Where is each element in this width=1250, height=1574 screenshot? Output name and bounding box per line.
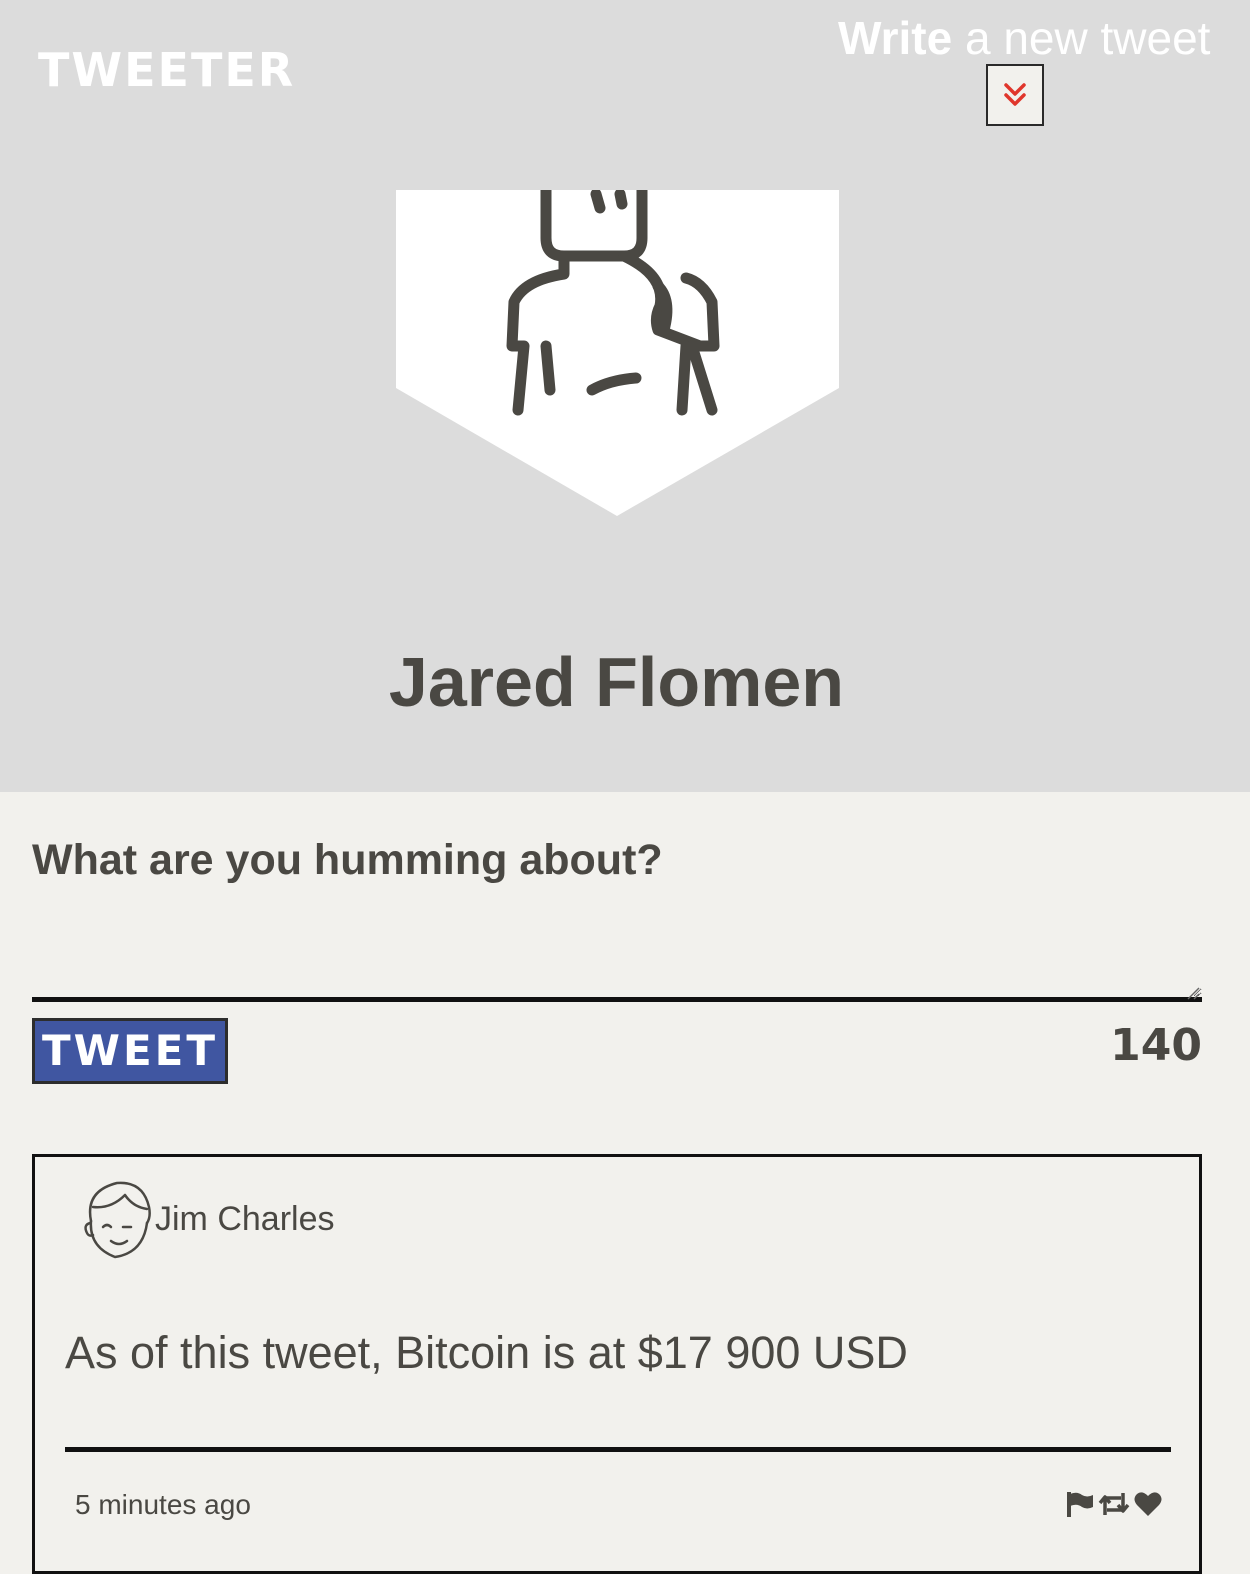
tweet-author[interactable]: Jim Charles — [155, 1197, 334, 1241]
double-chevron-down-icon — [1004, 83, 1026, 106]
top-nav: TWEETER Write a new tweet — [0, 0, 1250, 190]
tweet-divider — [65, 1447, 1171, 1452]
retweet-icon[interactable] — [1097, 1489, 1131, 1519]
tweet-button[interactable]: TWEET — [32, 1018, 228, 1084]
profile-name: Jared Flomen — [388, 643, 845, 721]
profile-header: Jared Flomen — [0, 190, 1250, 792]
character-counter: 140 — [1110, 1020, 1202, 1071]
composer-label: What are you humming about? — [32, 836, 663, 884]
tweet-card: Jim Charles As of this tweet, Bitcoin is… — [32, 1154, 1202, 1574]
face-avatar-icon — [84, 1181, 151, 1259]
tweet-body: As of this tweet, Bitcoin is at $17 900 … — [65, 1327, 908, 1378]
tweet-actions — [1065, 1487, 1163, 1521]
heart-icon[interactable] — [1133, 1489, 1163, 1519]
compose-link-bold: Write — [838, 12, 953, 64]
compose-link-rest: a new tweet — [952, 12, 1211, 64]
toggle-composer-button[interactable] — [986, 64, 1044, 126]
tweet-textarea[interactable] — [32, 900, 1202, 1002]
write-new-tweet-link[interactable]: Write a new tweet — [838, 8, 1210, 68]
brand-logo[interactable]: TWEETER — [38, 44, 295, 96]
resize-grip-icon[interactable] — [1184, 984, 1200, 1000]
tweet-timestamp: 5 minutes ago — [75, 1489, 251, 1520]
person-avatar-icon — [396, 190, 839, 516]
flag-icon[interactable] — [1065, 1489, 1095, 1519]
